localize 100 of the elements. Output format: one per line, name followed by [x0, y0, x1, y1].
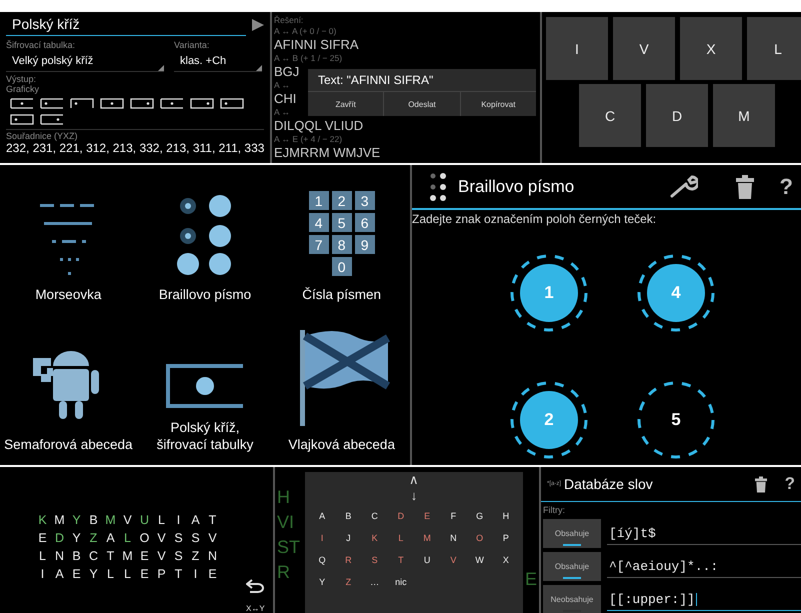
keyboard-key[interactable]: B [335, 508, 362, 524]
grid-letter[interactable]: I [170, 512, 187, 528]
keyboard-key[interactable]: L [388, 530, 414, 546]
keyboard-key[interactable]: A [309, 508, 336, 524]
menu-item[interactable]: Braillovo písmo [158, 286, 252, 303]
keyboard-key[interactable]: Q [309, 552, 336, 568]
help-button[interactable]: ? [780, 174, 793, 200]
grid-letter[interactable]: Z [85, 530, 102, 546]
menu-item[interactable]: Polský kříž, šifrovací tabulky [156, 419, 254, 453]
keyboard-key[interactable]: E [414, 508, 440, 524]
keyboard-key[interactable]: H [492, 508, 519, 524]
grid-letter[interactable]: E [34, 530, 51, 546]
grid-letter[interactable]: V [153, 530, 170, 546]
numeral-key[interactable]: M [713, 84, 775, 147]
grid-letter[interactable]: S [170, 548, 187, 564]
grid-letter[interactable]: P [153, 566, 170, 582]
grid-letter[interactable]: Z [187, 548, 204, 564]
trash-icon[interactable] [736, 174, 754, 198]
grid-letter[interactable]: Y [68, 512, 85, 528]
grid-letter[interactable]: L [119, 566, 136, 582]
grid-letter[interactable]: V [204, 530, 221, 546]
grid-letter[interactable]: Y [85, 566, 102, 582]
grid-letter[interactable]: T [102, 548, 119, 564]
keyboard-key[interactable]: ↓ [410, 488, 418, 504]
grid-letter[interactable]: M [51, 512, 68, 528]
swap-button[interactable]: X↔Y [246, 604, 265, 613]
dialog-button[interactable]: Odeslat [384, 92, 461, 116]
keyboard-key[interactable]: O [466, 530, 493, 546]
grid-letter[interactable]: E [68, 566, 85, 582]
grid-letter[interactable]: N [51, 548, 68, 564]
dialog-button[interactable]: Zavřít [308, 92, 384, 116]
menu-item[interactable]: Vlajková abeceda [288, 436, 395, 453]
keyboard-key[interactable]: U [414, 552, 440, 568]
keyboard-key[interactable]: … [362, 574, 388, 590]
grid-letter[interactable]: D [51, 530, 68, 546]
grid-letter[interactable]: L [34, 548, 51, 564]
grid-letter[interactable]: O [136, 530, 153, 546]
keyboard-key[interactable]: Z [335, 574, 362, 590]
grid-letter[interactable]: T [170, 566, 187, 582]
keyboard-key[interactable]: X [492, 552, 519, 568]
grid-letter[interactable]: L [119, 530, 136, 546]
keyboard-key[interactable]: G [466, 508, 493, 524]
pattern-field[interactable]: [[:upper:]] [607, 588, 801, 611]
numeral-key[interactable]: V [613, 17, 675, 80]
grid-letter[interactable]: V [119, 512, 136, 528]
undo-icon[interactable] [246, 579, 264, 593]
numeral-key[interactable]: I [546, 17, 608, 80]
grid-letter[interactable]: N [204, 548, 221, 564]
table-dropdown[interactable]: Velký polský kříž [6, 50, 164, 72]
keyboard-key[interactable]: V [440, 552, 466, 568]
keyboard-key[interactable]: J [335, 530, 362, 546]
keyboard-key[interactable]: Y [309, 574, 336, 590]
search-field[interactable]: Polský kříž [6, 14, 246, 36]
grid-letter[interactable]: B [68, 548, 85, 564]
wrench-icon[interactable] [670, 174, 698, 198]
keyboard-key[interactable]: D [388, 508, 414, 524]
keyboard-key[interactable]: M [414, 530, 440, 546]
keyboard-key[interactable]: C [362, 508, 388, 524]
grid-letter[interactable]: L [102, 566, 119, 582]
grid-letter[interactable]: K [34, 512, 51, 528]
grid-letter[interactable]: U [136, 512, 153, 528]
grid-letter[interactable]: S [187, 530, 204, 546]
grid-letter[interactable]: A [187, 512, 204, 528]
menu-item[interactable]: Morseovka [35, 286, 102, 303]
pattern-field[interactable]: ^[^aeiouy]*..: [607, 555, 801, 578]
grid-letter[interactable]: A [51, 566, 68, 582]
keyboard-key[interactable]: S [362, 552, 388, 568]
trash-icon[interactable] [754, 476, 767, 492]
grid-letter[interactable]: E [204, 566, 221, 582]
grid-letter[interactable]: M [119, 548, 136, 564]
grid-letter[interactable]: Y [68, 530, 85, 546]
numeral-key[interactable]: X [680, 17, 742, 80]
numeral-key[interactable]: C [579, 84, 641, 147]
grid-letter[interactable]: L [153, 512, 170, 528]
grid-letter[interactable]: I [34, 566, 51, 582]
keyboard-key[interactable]: K [362, 530, 388, 546]
keyboard-key[interactable]: nic [388, 574, 414, 590]
keyboard-key[interactable]: R [335, 552, 362, 568]
grid-letter[interactable]: V [153, 548, 170, 564]
send-icon[interactable] [252, 19, 264, 31]
keyboard-key[interactable]: ∧ [409, 472, 419, 488]
numeral-key[interactable]: L [747, 17, 801, 80]
grid-letter[interactable]: T [204, 512, 221, 528]
variant-dropdown[interactable]: klas. +Ch [174, 50, 262, 72]
keyboard-key[interactable]: F [440, 508, 466, 524]
numeral-key[interactable]: D [646, 84, 708, 147]
keyboard-key[interactable]: W [466, 552, 493, 568]
grid-letter[interactable]: S [170, 530, 187, 546]
grid-letter[interactable]: A [102, 530, 119, 546]
filter-mode-toggle[interactable]: Neobsahuje [543, 585, 601, 613]
grid-letter[interactable]: E [136, 566, 153, 582]
keyboard-key[interactable]: I [309, 530, 336, 546]
grid-letter[interactable]: B [85, 512, 102, 528]
help-button[interactable]: ? [784, 474, 795, 494]
filter-mode-toggle[interactable]: Obsahuje [543, 519, 601, 548]
menu-item[interactable]: Semaforová abeceda [4, 436, 132, 453]
filter-mode-toggle[interactable]: Obsahuje [543, 552, 601, 581]
menu-item[interactable]: Čísla písmen [302, 286, 382, 303]
grid-letter[interactable]: E [136, 548, 153, 564]
keyboard-key[interactable]: N [440, 530, 466, 546]
